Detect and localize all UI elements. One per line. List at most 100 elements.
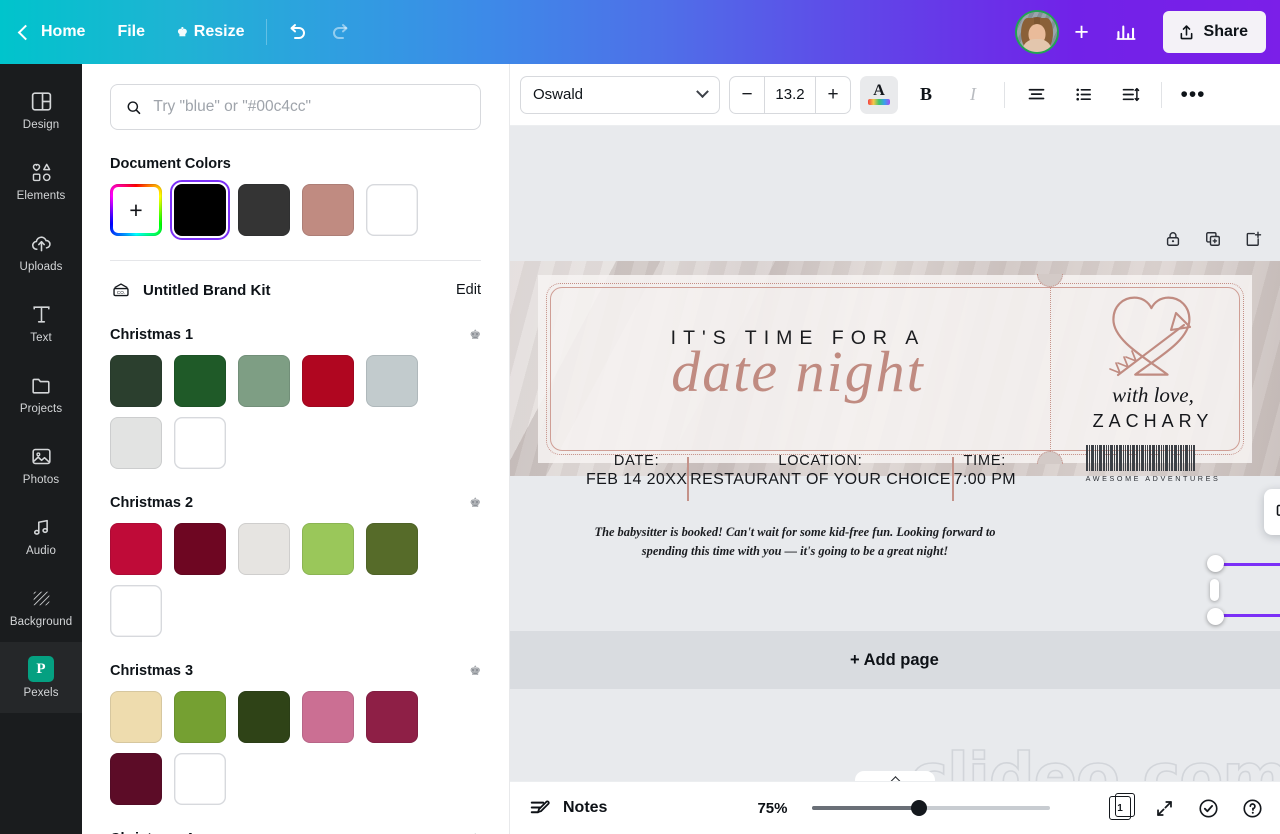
line-spacing-icon [1122,87,1139,102]
palette-swatch[interactable] [302,355,354,407]
bold-button[interactable]: B [907,76,945,114]
palette-swatch[interactable] [302,523,354,575]
palette-swatch[interactable] [110,523,162,575]
add-page-bar[interactable]: + Add page [510,631,1280,689]
heart-arrow-icon [1109,296,1192,377]
document-color-swatch-black[interactable] [169,179,231,241]
sidebar-item-design[interactable]: Design [0,74,82,145]
palette-swatch[interactable] [174,417,226,469]
stub-name[interactable]: ZACHARY [1060,411,1246,432]
insights-button[interactable] [1103,9,1149,55]
text-color-gradient-bar [868,99,890,105]
color-picker-button[interactable]: + [110,184,162,236]
ticket-script-text[interactable]: date night [598,343,998,401]
list-button[interactable] [1064,76,1102,114]
chevron-down-icon [696,85,709,99]
zoom-level-value: 75% [757,799,788,817]
palette-header-christmas-3: Christmas 3 ♚ [110,663,481,679]
expand-icon [1156,800,1172,816]
font-size-input[interactable]: 13.2 [764,76,816,113]
sidebar-item-pexels[interactable]: P Pexels [0,642,82,713]
palette-swatch[interactable] [238,355,290,407]
line-spacing-button[interactable] [1111,76,1149,114]
lock-page-button[interactable] [1158,224,1188,254]
resize-handle-bottom-left[interactable] [1207,608,1224,625]
duplicate-element-button[interactable] [1269,496,1280,528]
page-manager-button[interactable]: 1 [1106,793,1135,822]
design-page[interactable]: IT'S TIME FOR A date night DATE: FEB 14 … [510,261,1280,558]
sidebar-item-audio[interactable]: Audio [0,500,82,571]
font-family-select[interactable]: Oswald [520,75,720,114]
resize-handle-left[interactable] [1210,579,1219,601]
share-button[interactable]: Share [1162,11,1266,53]
palette-swatch[interactable] [174,523,226,575]
help-button[interactable] [1238,794,1266,822]
document-color-swatch-rose[interactable] [302,184,354,236]
sidebar-item-background[interactable]: Background [0,571,82,642]
file-menu-button[interactable]: File [101,0,161,64]
palette-swatch[interactable] [302,691,354,743]
photos-icon [31,448,51,464]
ticket-body-text[interactable]: The babysitter is booked! Can't wait for… [580,523,1010,561]
document-color-swatch-darkgray[interactable] [238,184,290,236]
undo-button[interactable] [273,9,319,55]
add-page-label[interactable]: + Add page [850,651,939,670]
text-align-button[interactable] [1017,76,1055,114]
palette-swatch[interactable] [174,355,226,407]
ticket-date-field[interactable]: DATE: FEB 14 20XX [586,453,687,489]
add-collaborator-button[interactable]: + [1065,15,1099,49]
font-size-stepper: − 13.2 + [729,75,851,114]
sidebar-item-elements[interactable]: Elements [0,145,82,216]
swatch-cell [238,184,302,236]
resize-button[interactable]: ♚ Resize [161,0,260,64]
palette-swatch[interactable] [110,355,162,407]
ticket-time-field[interactable]: TIME: 7:00 PM [954,453,1016,489]
palette-swatch[interactable] [110,585,162,637]
palette-swatch[interactable] [110,417,162,469]
align-center-icon [1028,88,1044,100]
duplicate-page-button[interactable] [1198,224,1228,254]
saved-status-button[interactable] [1194,794,1222,822]
brand-kit-edit-link[interactable]: Edit [456,282,481,298]
zoom-slider[interactable] [812,800,1051,816]
color-panel: Document Colors + [82,64,510,834]
palette-swatch[interactable] [174,691,226,743]
stub-signoff[interactable]: with love, [1060,383,1246,408]
sidebar-item-photos[interactable]: Photos [0,429,82,500]
redo-button[interactable] [319,9,365,55]
add-page-icon-button[interactable] [1238,224,1268,254]
date-value: FEB 14 20XX [586,471,688,488]
palette-swatch[interactable] [366,355,418,407]
palette-swatch[interactable] [238,523,290,575]
palette-swatch[interactable] [366,523,418,575]
resize-handle-top-left[interactable] [1207,555,1224,572]
swatch-cell [366,184,430,236]
sidebar-label-uploads: Uploads [19,260,63,273]
palette-swatch[interactable] [174,753,226,805]
user-avatar[interactable] [1014,10,1059,54]
sidebar-item-text[interactable]: Text [0,287,82,358]
zoom-slider-knob[interactable] [911,800,928,816]
text-selection-box[interactable] [1207,555,1280,625]
more-options-button[interactable]: ••• [1174,76,1212,114]
home-button[interactable]: Home [0,0,101,64]
palette-swatch[interactable] [110,753,162,805]
palette-swatch[interactable] [110,691,162,743]
crown-icon: ♚ [469,663,481,678]
palette-swatch[interactable] [366,691,418,743]
italic-button[interactable]: I [954,76,992,114]
ticket-graphic[interactable]: IT'S TIME FOR A date night DATE: FEB 14 … [538,274,1252,558]
palette-swatch[interactable] [238,691,290,743]
font-size-increase-button[interactable]: + [816,77,850,113]
sidebar-item-projects[interactable]: Projects [0,358,82,429]
text-color-button[interactable]: A [860,75,898,114]
fullscreen-button[interactable] [1150,794,1178,822]
color-search-input[interactable] [153,98,466,116]
document-color-swatch-white[interactable] [366,184,418,236]
color-search-box[interactable] [110,84,481,130]
sidebar-item-uploads[interactable]: Uploads [0,216,82,287]
notes-button[interactable]: Notes [528,796,607,821]
time-label: TIME: [963,453,1007,469]
ticket-location-field[interactable]: LOCATION: RESTAURANT OF YOUR CHOICE [689,453,952,489]
font-size-decrease-button[interactable]: − [730,77,764,113]
